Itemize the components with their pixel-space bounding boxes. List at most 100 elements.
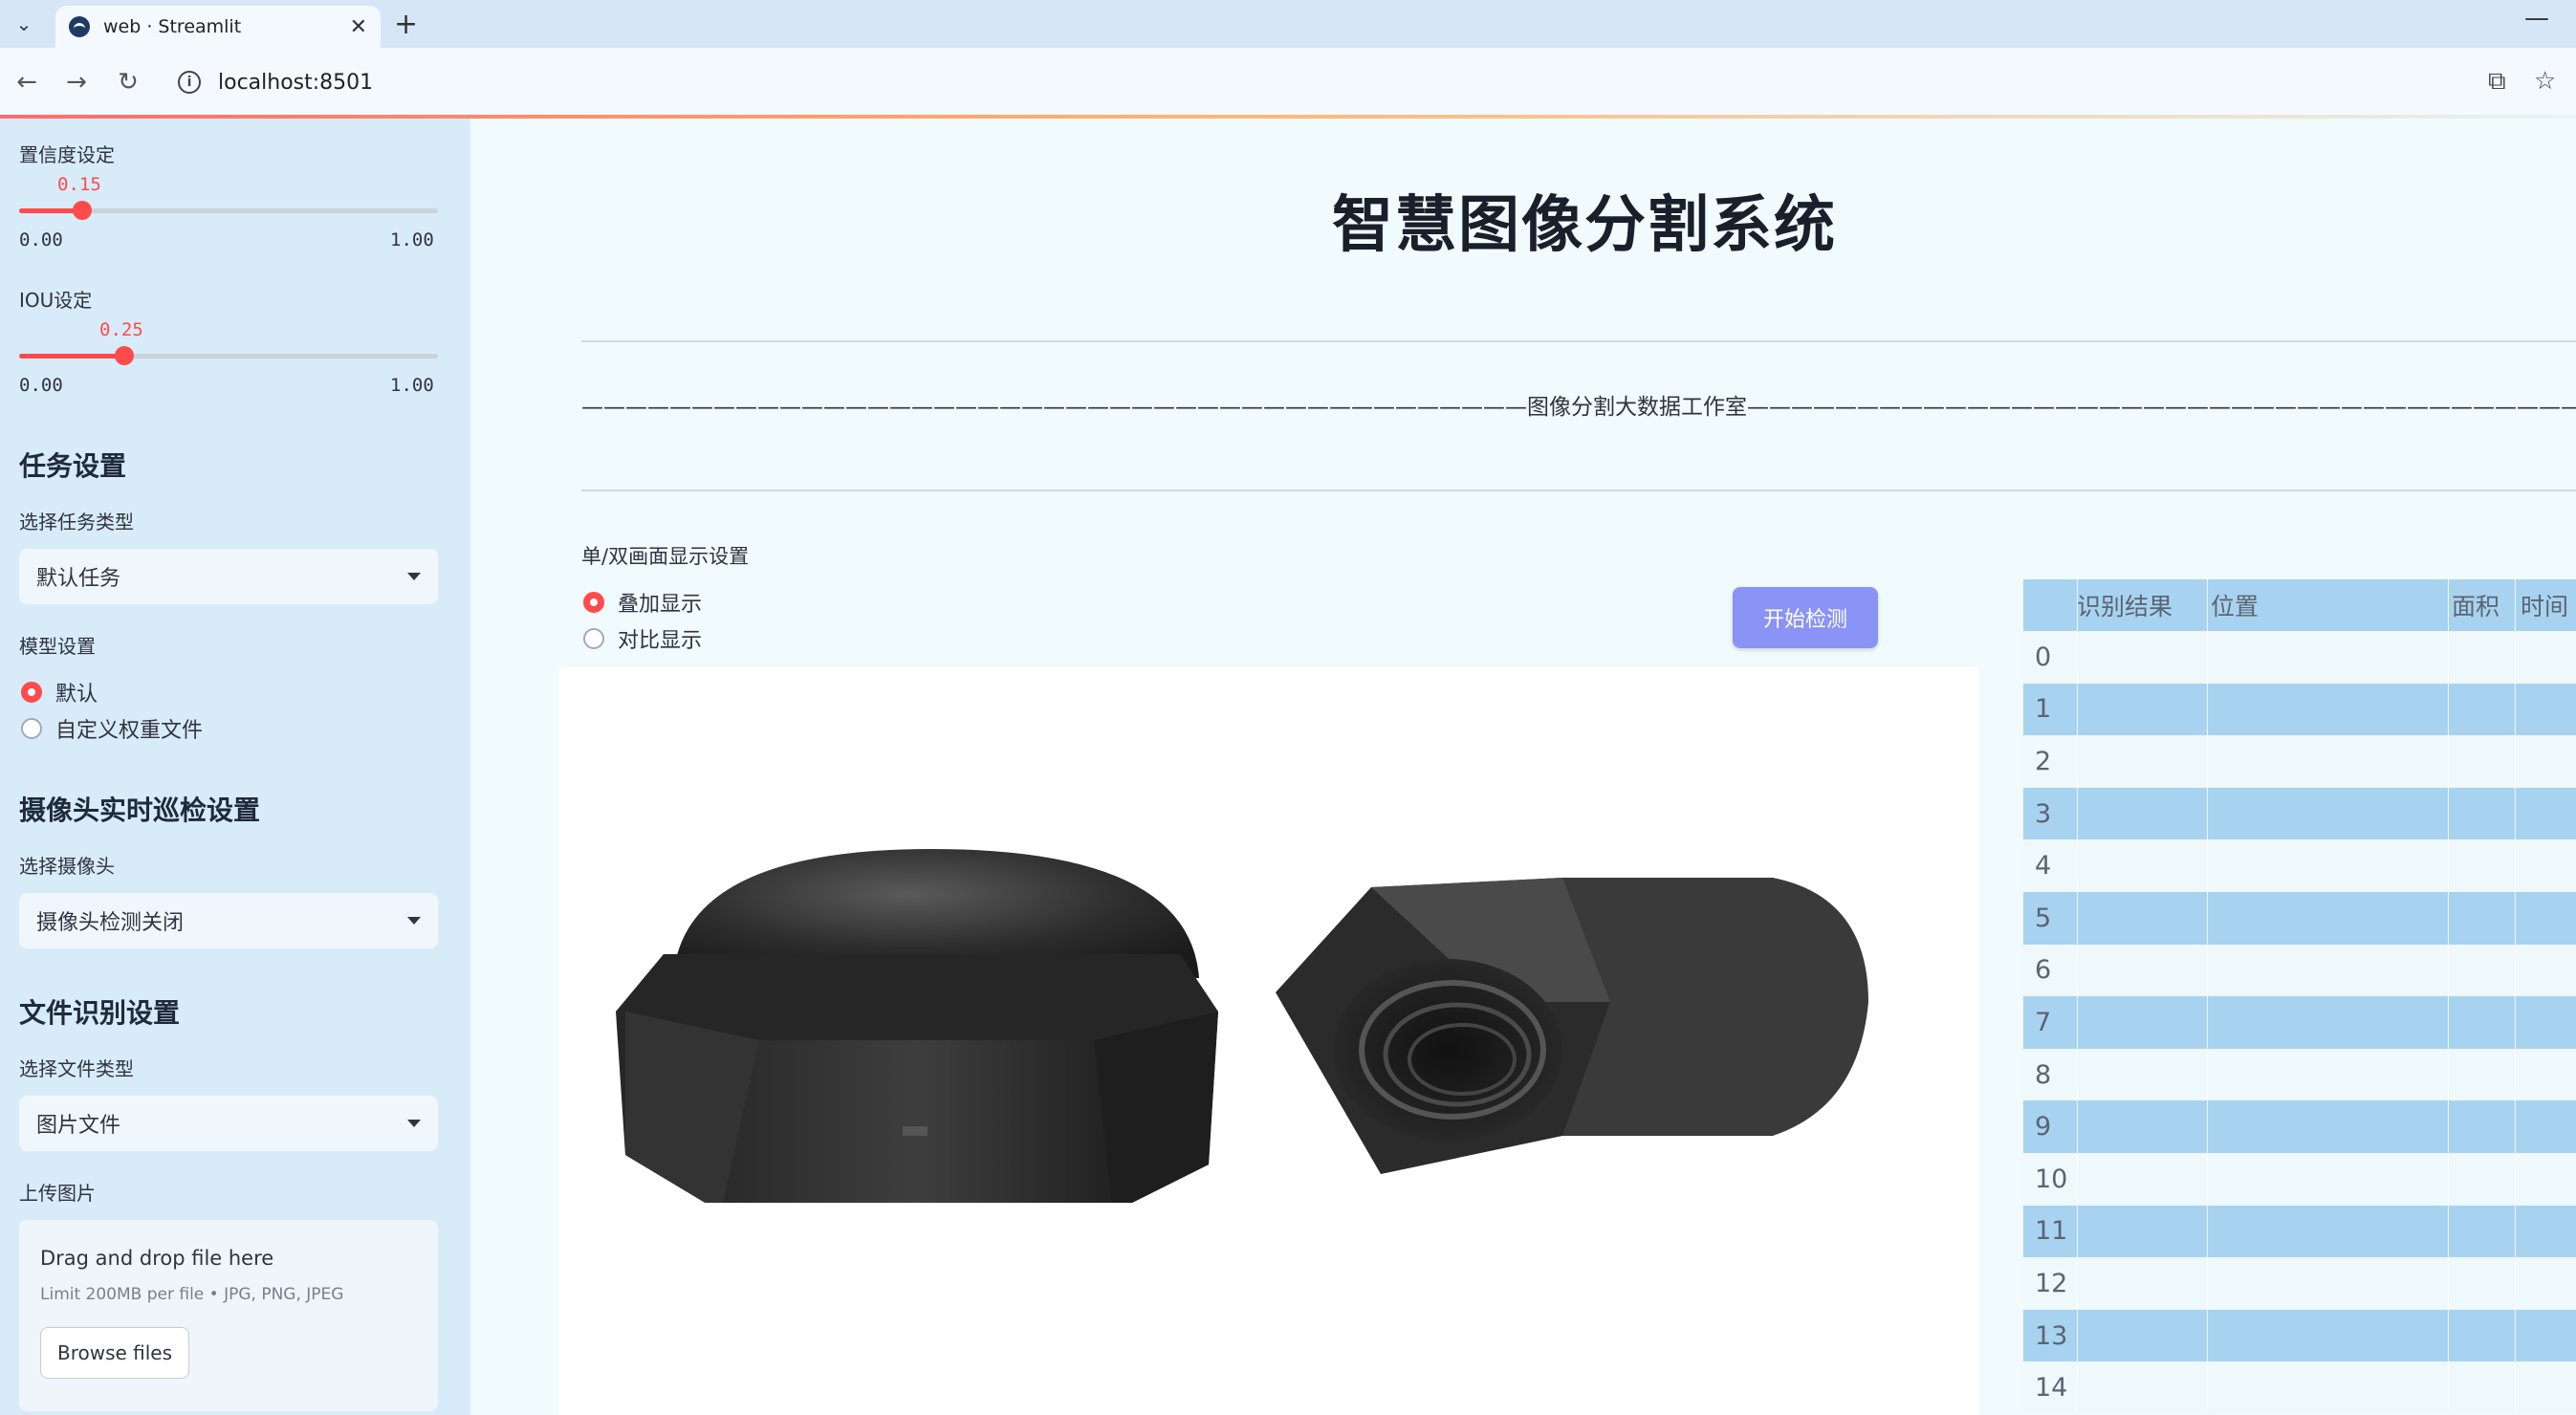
- model-option-label: 默认: [55, 683, 98, 707]
- streamlit-favicon-icon: [69, 16, 90, 37]
- table-row[interactable]: 0: [2023, 631, 2576, 684]
- divider-top: [581, 340, 2576, 342]
- chevron-down-icon: [407, 1120, 421, 1127]
- task-type-label: 选择任务类型: [19, 511, 134, 533]
- table-row[interactable]: 5: [2023, 892, 2576, 945]
- iou-label: IOU设定: [19, 289, 93, 312]
- reload-icon[interactable]: ↻: [109, 63, 147, 101]
- start-detection-button[interactable]: 开始检测: [1733, 587, 1878, 648]
- table-row[interactable]: 7: [2023, 996, 2576, 1049]
- chevron-down-icon: [407, 573, 421, 580]
- table-row[interactable]: 4: [2023, 839, 2576, 892]
- row-index: 6: [2035, 955, 2052, 986]
- display-option-compare[interactable]: 对比显示: [583, 623, 702, 654]
- radio-selected-icon: [583, 592, 604, 613]
- confidence-min: 0.00: [19, 229, 63, 250]
- new-tab-plus-icon[interactable]: +: [394, 8, 418, 41]
- table-row[interactable]: 10: [2023, 1153, 2576, 1206]
- translate-icon[interactable]: ⧉: [2488, 67, 2506, 97]
- table-row[interactable]: 3: [2023, 787, 2576, 840]
- confidence-slider[interactable]: [19, 201, 438, 220]
- file-dropzone[interactable]: Drag and drop file here Limit 200MB per …: [19, 1220, 438, 1411]
- browser-tab[interactable]: web · Streamlit ✕: [55, 6, 381, 48]
- col-header-time[interactable]: 时间: [2521, 579, 2576, 631]
- row-index: 3: [2035, 798, 2052, 829]
- row-index: 14: [2035, 1373, 2068, 1404]
- file-type-select[interactable]: 图片文件: [19, 1096, 438, 1151]
- iou-slider[interactable]: [19, 346, 438, 365]
- camera-select[interactable]: 摄像头检测关闭: [19, 893, 438, 948]
- iou-min: 0.00: [19, 375, 63, 396]
- dropzone-limit: Limit 200MB per file • JPG, PNG, JPEG: [40, 1285, 344, 1304]
- confidence-max: 1.00: [390, 229, 434, 250]
- col-header-position[interactable]: 位置: [2211, 579, 2450, 631]
- row-index: 13: [2035, 1320, 2068, 1351]
- url-field[interactable]: i localhost:8501: [166, 59, 2461, 105]
- confidence-label: 置信度设定: [19, 143, 115, 166]
- table-row[interactable]: 8: [2023, 1048, 2576, 1101]
- row-index: 1: [2035, 694, 2052, 725]
- file-type-label: 选择文件类型: [19, 1057, 134, 1080]
- bookmark-star-icon[interactable]: ☆: [2534, 67, 2556, 96]
- model-option-label: 自定义权重文件: [55, 719, 204, 743]
- cap-nut-image: [616, 849, 1218, 1203]
- col-header-area[interactable]: 面积: [2452, 579, 2509, 631]
- browse-files-button[interactable]: Browse files: [40, 1327, 189, 1379]
- address-bar: ← → ↻ i localhost:8501 ⧉ ☆: [0, 48, 2576, 117]
- row-index: 0: [2035, 642, 2052, 672]
- table-row[interactable]: 14: [2023, 1361, 2576, 1414]
- site-info-icon[interactable]: i: [178, 71, 201, 94]
- row-index: 7: [2035, 1007, 2052, 1037]
- tab-list-chevron-icon[interactable]: ⌄: [10, 10, 38, 38]
- row-index: 12: [2035, 1268, 2068, 1298]
- radio-unselected-icon: [583, 628, 604, 649]
- table-row[interactable]: 1: [2023, 683, 2576, 736]
- tab-close-icon[interactable]: ✕: [350, 15, 367, 39]
- model-option-default[interactable]: 默认: [21, 677, 98, 708]
- file-heading: 文件识别设置: [19, 997, 181, 1029]
- url-text: localhost:8501: [218, 70, 374, 95]
- chevron-down-icon: [407, 917, 421, 925]
- model-label: 模型设置: [19, 635, 96, 658]
- divider-bottom: [581, 490, 2576, 491]
- table-row[interactable]: 12: [2023, 1257, 2576, 1310]
- tab-title: web · Streamlit: [103, 16, 242, 37]
- col-header-result[interactable]: 识别结果: [2077, 579, 2201, 631]
- hex-nut-image: [1276, 878, 1868, 1174]
- row-index: 9: [2035, 1112, 2052, 1143]
- confidence-value: 0.15: [57, 174, 101, 195]
- table-row[interactable]: 9: [2023, 1100, 2576, 1153]
- table-row[interactable]: 6: [2023, 944, 2576, 997]
- column-divider: [2515, 579, 2516, 1413]
- display-option-overlay[interactable]: 叠加显示: [583, 587, 702, 618]
- row-index: 4: [2035, 851, 2052, 882]
- camera-label: 选择摄像头: [19, 855, 115, 878]
- column-divider: [2077, 579, 2078, 1413]
- dropzone-instruction: Drag and drop file here: [40, 1247, 274, 1270]
- task-type-value: 默认任务: [36, 567, 121, 591]
- window-minimize-icon[interactable]: —: [2524, 4, 2549, 33]
- back-arrow-icon[interactable]: ←: [8, 63, 46, 101]
- forward-arrow-icon[interactable]: →: [57, 63, 96, 101]
- main-content: 智慧图像分割系统 ———————————————————————————————…: [470, 119, 2576, 1415]
- row-index: 10: [2035, 1164, 2068, 1194]
- browser-tab-bar: ⌄ web · Streamlit ✕ + —: [0, 0, 2576, 48]
- task-type-select[interactable]: 默认任务: [19, 549, 438, 604]
- row-index: 11: [2035, 1216, 2068, 1247]
- table-row[interactable]: 13: [2023, 1309, 2576, 1362]
- page-title: 智慧图像分割系统: [1332, 190, 1837, 261]
- iou-max: 1.00: [390, 375, 434, 396]
- confidence-slider-thumb[interactable]: [72, 201, 92, 220]
- column-divider: [2207, 579, 2208, 1413]
- row-index: 5: [2035, 903, 2052, 933]
- display-option-label: 叠加显示: [618, 593, 703, 617]
- table-row[interactable]: 11: [2023, 1205, 2576, 1258]
- radio-selected-icon: [21, 682, 42, 703]
- radio-unselected-icon: [21, 718, 42, 739]
- iou-value: 0.25: [99, 319, 143, 340]
- model-option-custom[interactable]: 自定义权重文件: [21, 713, 203, 744]
- iou-slider-thumb[interactable]: [114, 346, 134, 365]
- iou-slider-fill: [19, 354, 124, 359]
- upload-label: 上传图片: [19, 1182, 96, 1205]
- table-row[interactable]: 2: [2023, 735, 2576, 788]
